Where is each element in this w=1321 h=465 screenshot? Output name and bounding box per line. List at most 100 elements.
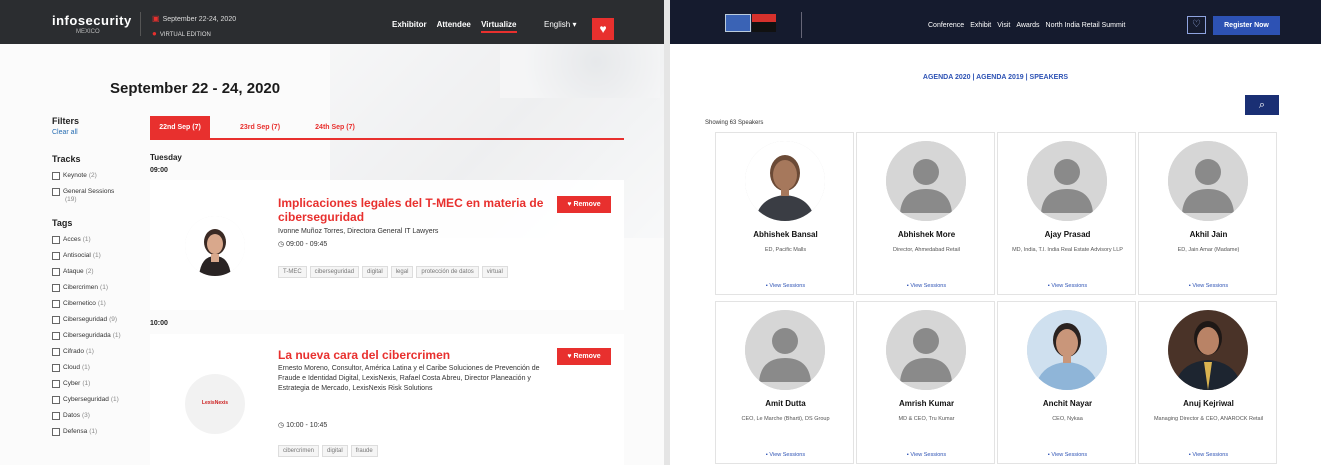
view-sessions-link[interactable]: ▪ View Sessions [1139, 283, 1278, 289]
nav-attendee[interactable]: Attendee [437, 20, 471, 29]
checkbox-icon[interactable] [52, 396, 60, 404]
speaker-card[interactable]: Anuj Kejriwal Managing Director & CEO, AN… [1138, 301, 1277, 464]
speaker-photo[interactable] [745, 310, 825, 390]
remove-button[interactable]: ♥ Remove [557, 196, 611, 213]
speaker-name[interactable]: Amrish Kumar [857, 399, 996, 408]
view-sessions-link[interactable]: ▪ View Sessions [998, 452, 1137, 458]
speaker-photo[interactable] [1027, 310, 1107, 390]
tag-checkbox[interactable]: Cifrado (1) [52, 348, 147, 356]
tab-23rd-sep[interactable]: 23rd Sep (7) [230, 116, 290, 140]
speaker-name[interactable]: Anchit Nayar [998, 399, 1137, 408]
view-sessions-link[interactable]: ▪ View Sessions [857, 452, 996, 458]
checkbox-icon[interactable] [52, 188, 60, 196]
checkbox-icon[interactable] [52, 332, 60, 340]
speaker-card[interactable]: Abhishek Bansal ED, Pacific Malls ▪ View S… [715, 132, 854, 295]
tag-checkbox[interactable]: Datos (3) [52, 412, 147, 420]
view-sessions-link[interactable]: ▪ View Sessions [716, 452, 855, 458]
speaker-name[interactable]: Ajay Prasad [998, 230, 1137, 239]
nav-conference[interactable]: Conference [928, 22, 964, 29]
checkbox-icon[interactable] [52, 284, 60, 292]
checkbox-icon[interactable] [52, 300, 60, 308]
clear-all-link[interactable]: Clear all [52, 129, 147, 136]
remove-button[interactable]: ♥ Remove [557, 348, 611, 365]
tag-checkbox[interactable]: Cyberseguridad (1) [52, 396, 147, 404]
session-card: LexisNexis La nueva cara del cibercrimen… [150, 334, 624, 465]
speaker-card[interactable]: Anchit Nayar CEO, Nykaa ▪ View Sessions [997, 301, 1136, 464]
event-logo[interactable] [725, 14, 751, 32]
speaker-name[interactable]: Akhil Jain [1139, 230, 1278, 239]
view-sessions-link[interactable]: ▪ View Sessions [998, 283, 1137, 289]
nav-exhibit[interactable]: Exhibit [970, 22, 991, 29]
checkbox-icon[interactable] [52, 236, 60, 244]
calendar-icon: ▣ [152, 14, 160, 23]
tag-checkbox[interactable]: Ataque (2) [52, 268, 147, 276]
checkbox-icon[interactable] [52, 348, 60, 356]
checkbox-icon[interactable] [52, 412, 60, 420]
speaker-card[interactable]: Amit Dutta CEO, Le Marche (Bharti), DS Gr… [715, 301, 854, 464]
register-now-button[interactable]: Register Now [1213, 16, 1280, 35]
tag-checkbox[interactable]: Antisocial (1) [52, 252, 147, 260]
speaker-photo[interactable] [886, 310, 966, 390]
search-button[interactable]: ⌕ [1245, 95, 1279, 115]
tag-checkbox[interactable]: Cloud (1) [52, 364, 147, 372]
checkbox-icon[interactable] [52, 316, 60, 324]
speaker-card[interactable]: Abhishek More Director, Ahmedabad Retail ▪… [856, 132, 995, 295]
speaker-name[interactable]: Anuj Kejriwal [1139, 399, 1278, 408]
checkbox-icon[interactable] [52, 428, 60, 436]
tab-22nd-sep[interactable]: 22nd Sep (7) [150, 116, 210, 140]
nav-virtualize[interactable]: Virtualize [481, 20, 517, 33]
speaker-card[interactable]: Ajay Prasad MD, India, T.I. India Real Es… [997, 132, 1136, 295]
infosecurity-logo[interactable]: infosecurity MEXICO [52, 13, 132, 35]
tag-chip[interactable]: T-MEC [278, 266, 307, 278]
speaker-name[interactable]: Amit Dutta [716, 399, 855, 408]
speaker-photo[interactable] [1027, 141, 1107, 221]
tag-chip[interactable]: cibercrimen [278, 445, 320, 457]
checkbox-icon[interactable] [52, 268, 60, 276]
tag-chip[interactable]: protección de datos [416, 266, 479, 278]
view-sessions-link[interactable]: ▪ View Sessions [1139, 452, 1278, 458]
view-sessions-link[interactable]: ▪ View Sessions [716, 283, 855, 289]
tag-checkbox[interactable]: Ciberseguridada (1) [52, 332, 147, 340]
speaker-photo[interactable] [1168, 141, 1248, 221]
tag-checkbox[interactable]: Acces (1) [52, 236, 147, 244]
nav-visit[interactable]: Visit [997, 22, 1010, 29]
tag-checkbox[interactable]: Cibernetico (1) [52, 300, 147, 308]
session-title[interactable]: La nueva cara del cibercrimen [278, 348, 548, 362]
nav-exhibitor[interactable]: Exhibitor [392, 20, 427, 29]
checkbox-icon[interactable] [52, 380, 60, 388]
speaker-photo[interactable] [886, 141, 966, 221]
track-checkbox[interactable]: General Sessions (19) [52, 188, 147, 204]
tag-checkbox[interactable]: Cibercrimen (1) [52, 284, 147, 292]
session-title[interactable]: Implicaciones legales del T-MEC en mater… [278, 196, 548, 224]
track-checkbox[interactable]: Keynote (2) [52, 172, 147, 180]
tag-checkbox[interactable]: Defensa (1) [52, 428, 147, 436]
partner-logo[interactable] [752, 14, 776, 32]
checkbox-icon[interactable] [52, 252, 60, 260]
tag-chip[interactable]: fraude [350, 445, 378, 457]
checkbox-icon[interactable] [52, 172, 60, 180]
speaker-name[interactable]: Abhishek More [857, 230, 996, 239]
tab-24th-sep[interactable]: 24th Sep (7) [305, 116, 365, 140]
speaker-card[interactable]: Akhil Jain ED, Jain Amar (Madame) ▪ View S… [1138, 132, 1277, 295]
speaker-role: Director, Ahmedabad Retail [893, 247, 960, 253]
favorites-heart-icon[interactable]: ♡ [1187, 16, 1206, 34]
speaker-photo[interactable] [745, 141, 825, 221]
favorites-heart-icon[interactable]: ♥ [592, 18, 614, 40]
nav-north-india-retail-summit[interactable]: North India Retail Summit [1046, 22, 1126, 29]
nav-awards[interactable]: Awards [1016, 22, 1039, 29]
speaker-card[interactable]: Amrish Kumar MD & CEO, Tru Kumar ▪ View Se… [856, 301, 995, 464]
tag-chip[interactable]: digital [322, 445, 348, 457]
tag-chip[interactable]: digital [362, 266, 388, 278]
tag-checkbox[interactable]: Cyber (1) [52, 380, 147, 388]
view-sessions-link[interactable]: ▪ View Sessions [857, 283, 996, 289]
speaker-name[interactable]: Abhishek Bansal [716, 230, 855, 239]
tag-chip[interactable]: virtual [481, 266, 508, 278]
tag-chip[interactable]: ciberseguridad [309, 266, 360, 278]
tag-chip[interactable]: legal [390, 266, 414, 278]
speaker-photo[interactable] [1168, 310, 1248, 390]
checkbox-icon[interactable] [52, 364, 60, 372]
language-select[interactable]: English ▾ [544, 20, 576, 29]
agenda-links[interactable]: AGENDA 2020 | AGENDA 2019 | SPEAKERS [670, 74, 1321, 81]
tag-checkbox[interactable]: Ciberseguridad (9) [52, 316, 147, 324]
heart-icon: ♥ [567, 353, 572, 360]
